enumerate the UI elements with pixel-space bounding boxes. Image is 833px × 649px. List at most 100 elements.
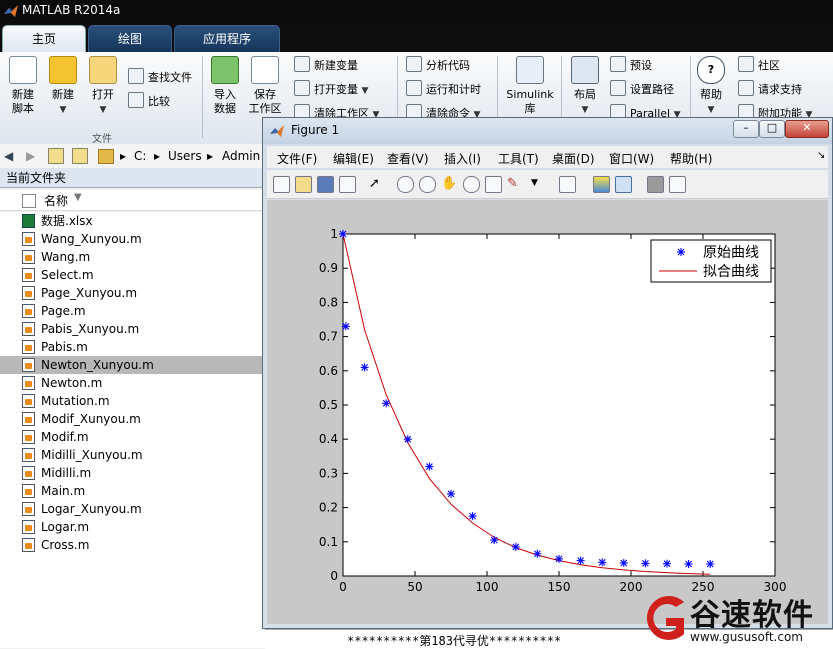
column-header[interactable]: 名称 ▼ xyxy=(0,190,265,211)
save-icon[interactable] xyxy=(317,176,334,193)
data-point-marker xyxy=(598,558,607,567)
minimize-button[interactable]: – xyxy=(733,120,759,138)
data-cursor-icon[interactable] xyxy=(485,176,502,193)
menu-edit[interactable]: 编辑(E) xyxy=(333,150,374,167)
colorbar-icon[interactable] xyxy=(593,176,610,193)
figure-title-bar[interactable]: Figure 1 – □ ✕ xyxy=(263,118,832,144)
file-list-item[interactable]: Pabis_Xunyou.m xyxy=(0,320,265,338)
menu-tools[interactable]: 工具(T) xyxy=(498,150,539,167)
excel-file-icon xyxy=(22,214,35,228)
rotate-3d-icon[interactable] xyxy=(463,176,480,193)
import-data-button[interactable]: 导入 数据 xyxy=(208,56,242,116)
set-path-button[interactable]: 设置路径 xyxy=(610,80,674,98)
file-name: Mutation.m xyxy=(41,394,110,408)
tab-plots[interactable]: 绘图 xyxy=(88,25,172,53)
data-point-marker xyxy=(706,560,715,569)
run-and-time-button[interactable]: 运行和计时 xyxy=(406,80,481,98)
menu-file[interactable]: 文件(F) xyxy=(277,150,317,167)
path-segment-admin[interactable]: Admin xyxy=(222,149,260,163)
find-files-button[interactable]: 查找文件 xyxy=(128,68,192,86)
open-file-icon[interactable] xyxy=(295,176,312,193)
file-list-item[interactable]: Wang_Xunyou.m xyxy=(0,230,265,248)
data-point-marker xyxy=(341,322,350,331)
forward-arrow-icon[interactable]: ▶ xyxy=(26,149,35,163)
show-plot-tools-icon[interactable] xyxy=(669,176,686,193)
file-list-item[interactable]: Logar_Xunyou.m xyxy=(0,500,265,518)
menu-help[interactable]: 帮助(H) xyxy=(670,150,712,167)
hide-plot-tools-icon[interactable] xyxy=(647,176,664,193)
zoom-out-icon[interactable] xyxy=(419,176,436,193)
legend-icon[interactable] xyxy=(615,176,632,193)
file-list-item[interactable]: Select.m xyxy=(0,266,265,284)
brush-icon[interactable]: ✎ xyxy=(507,176,522,191)
file-list-item[interactable]: Cross.m xyxy=(0,536,265,554)
community-button[interactable]: 社区 xyxy=(738,56,780,74)
m-file-icon xyxy=(22,520,35,534)
file-list-item[interactable]: Main.m xyxy=(0,482,265,500)
new-button[interactable]: 新建 ▼ xyxy=(46,56,80,117)
save-workspace-button[interactable]: 保存 工作区 xyxy=(248,56,282,116)
menu-insert[interactable]: 插入(I) xyxy=(444,150,481,167)
new-figure-icon[interactable] xyxy=(273,176,290,193)
figure-canvas: 0 50 100 150 200 250 300 0 0.1 0.2 0.3 0.4 0.5 0.6 0.7… xyxy=(267,200,828,624)
file-list-item[interactable]: Newton.m xyxy=(0,374,265,392)
open-variable-icon xyxy=(294,80,310,96)
address-bar: ◀ ▶ ▸ C: ▸ Users ▸ Admin xyxy=(0,144,265,169)
file-list-item[interactable]: Wang.m xyxy=(0,248,265,266)
dock-arrow-icon[interactable]: ↘ xyxy=(817,150,825,161)
simulink-library-button[interactable]: Simulink 库 xyxy=(505,56,555,116)
file-list-item[interactable]: Logar.m xyxy=(0,518,265,536)
file-list-item[interactable]: Modif.m xyxy=(0,428,265,446)
open-variable-button[interactable]: 打开变量 ▼ xyxy=(294,80,368,98)
browse-folder-icon[interactable] xyxy=(72,148,88,164)
help-button[interactable]: ? 帮助 ▼ xyxy=(696,56,726,117)
tab-home[interactable]: 主页 xyxy=(2,25,86,53)
app-title: MATLAB R2014a xyxy=(22,3,121,17)
path-segment-users[interactable]: Users xyxy=(168,149,202,163)
file-name: Logar.m xyxy=(41,520,90,534)
file-list: 数据.xlsx Wang_Xunyou.m Wang.m Select.m Page_X… xyxy=(0,212,265,648)
file-list-item[interactable]: Mutation.m xyxy=(0,392,265,410)
up-folder-icon[interactable] xyxy=(48,148,64,164)
brush-dropdown-icon[interactable]: ▼ xyxy=(531,176,546,191)
file-list-item[interactable]: Modif_Xunyou.m xyxy=(0,410,265,428)
m-file-icon xyxy=(22,340,35,354)
zoom-in-icon[interactable] xyxy=(397,176,414,193)
file-list-item[interactable]: Page.m xyxy=(0,302,265,320)
print-icon[interactable] xyxy=(339,176,356,193)
maximize-button[interactable]: □ xyxy=(759,120,785,138)
layout-button[interactable]: 布局 ▼ xyxy=(568,56,602,117)
analyze-code-button[interactable]: 分析代码 xyxy=(406,56,470,74)
plot-area[interactable]: 0 50 100 150 200 250 30000.10.20.30.40.50.60.7… xyxy=(267,200,828,624)
menu-view[interactable]: 查看(V) xyxy=(387,150,429,167)
close-button[interactable]: ✕ xyxy=(785,120,829,138)
community-icon xyxy=(738,56,754,72)
new-variable-button[interactable]: 新建变量 xyxy=(294,56,358,74)
file-list-item[interactable]: Midilli.m xyxy=(0,464,265,482)
axes-box xyxy=(342,233,776,577)
menu-desktop[interactable]: 桌面(D) xyxy=(552,150,595,167)
request-support-button[interactable]: 请求支持 xyxy=(738,80,802,98)
data-point-marker xyxy=(619,559,628,568)
file-list-item[interactable]: Page_Xunyou.m xyxy=(0,284,265,302)
data-point-marker xyxy=(468,512,477,521)
open-button[interactable]: 打开 ▼ xyxy=(86,56,120,117)
link-plot-icon[interactable] xyxy=(559,176,576,193)
new-script-button[interactable]: 新建 脚本 xyxy=(6,56,40,116)
x-tick-label: 150 xyxy=(548,580,571,594)
compare-button[interactable]: 比较 xyxy=(128,92,170,110)
tab-apps[interactable]: 应用程序 xyxy=(174,25,280,53)
file-list-item[interactable]: Pabis.m xyxy=(0,338,265,356)
figure-menu-bar: 文件(F) 编辑(E) 查看(V) 插入(I) 工具(T) 桌面(D) 窗口(W… xyxy=(267,146,828,168)
pointer-icon[interactable]: ➚ xyxy=(369,176,384,191)
pan-hand-icon[interactable]: ✋ xyxy=(441,176,457,191)
file-list-item[interactable]: Newton_Xunyou.m xyxy=(0,356,265,374)
file-list-item[interactable]: Midilli_Xunyou.m xyxy=(0,446,265,464)
m-file-icon xyxy=(22,322,35,336)
menu-window[interactable]: 窗口(W) xyxy=(609,150,654,167)
path-segment-drive[interactable]: C: xyxy=(134,149,146,163)
file-list-item[interactable]: 数据.xlsx xyxy=(0,212,265,230)
header-checkbox xyxy=(22,194,36,208)
preferences-button[interactable]: 预设 xyxy=(610,56,652,74)
back-arrow-icon[interactable]: ◀ xyxy=(4,149,13,163)
